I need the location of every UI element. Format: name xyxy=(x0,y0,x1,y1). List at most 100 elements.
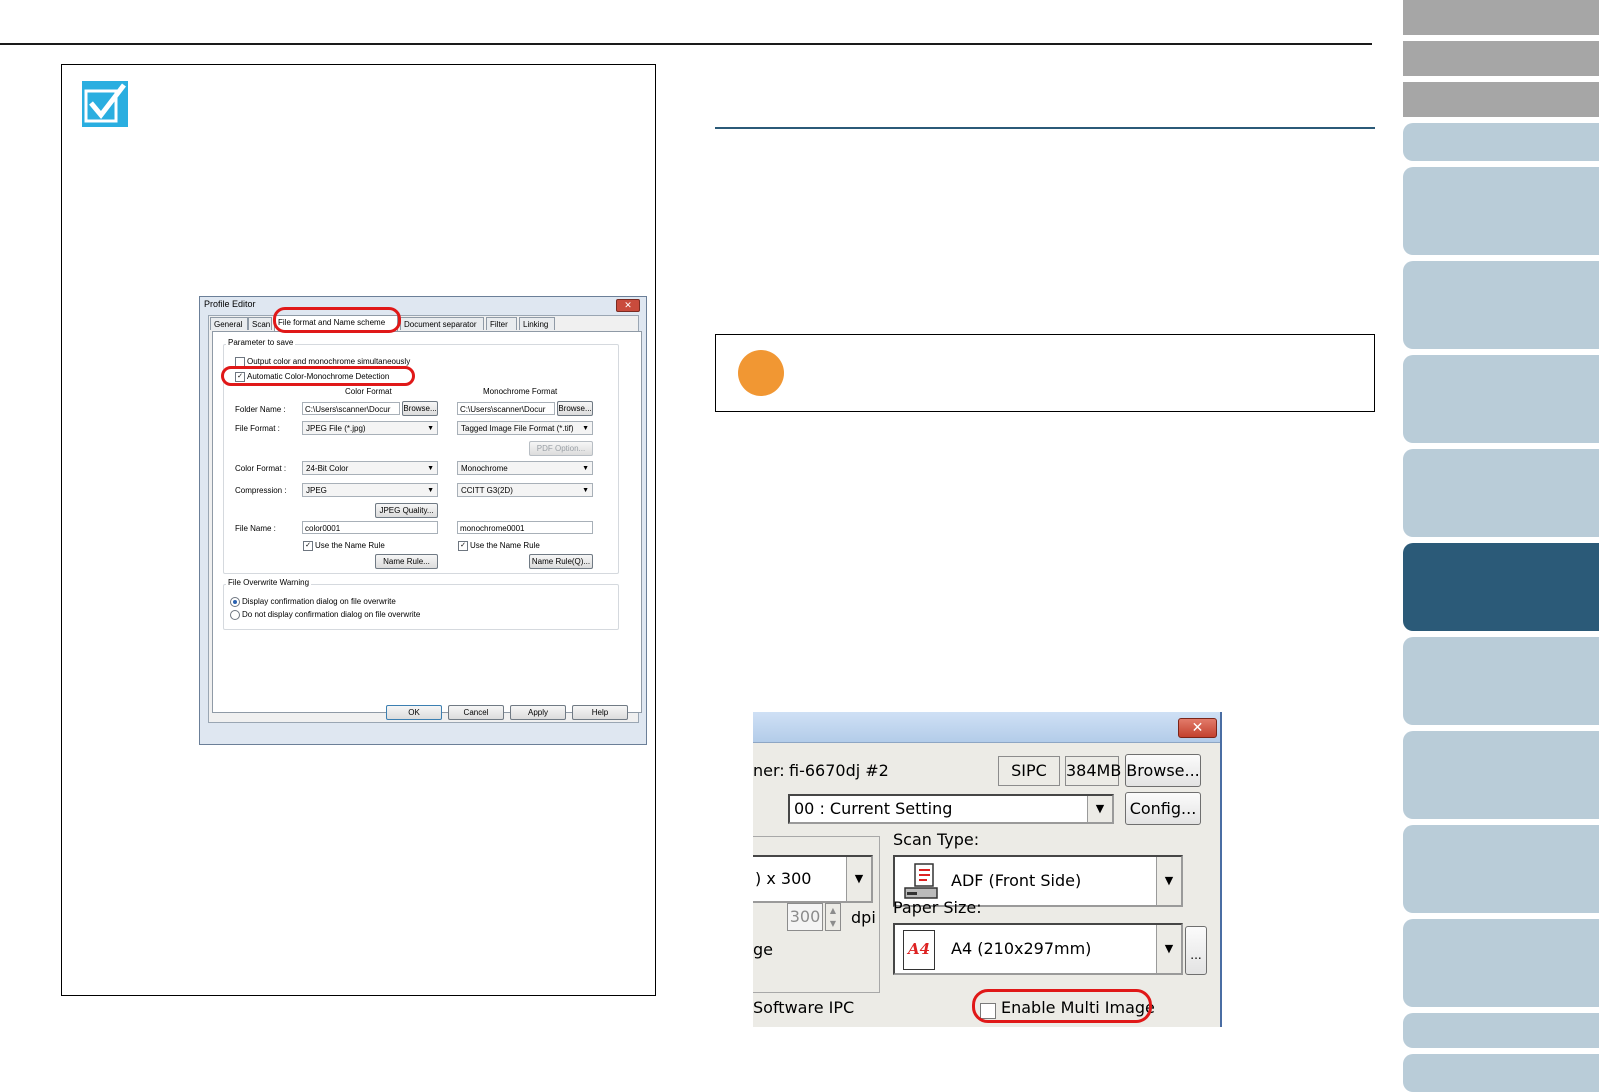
paper-icon: A4 xyxy=(903,930,935,970)
folder-color-field[interactable]: C:\Users\scanner\Docur xyxy=(302,402,400,415)
nav-tab-4[interactable] xyxy=(1403,123,1599,161)
file-format-color-select[interactable]: JPEG File (*.jpg) ▼ xyxy=(302,421,438,435)
highlight-multi-image-ring xyxy=(972,989,1152,1023)
chevron-down-icon: ▼ xyxy=(582,487,589,494)
paper-size-select[interactable]: A4 (210x297mm) ▼ xyxy=(893,923,1183,975)
scan-type-value: ADF (Front Side) xyxy=(951,871,1082,890)
nav-tab-13[interactable] xyxy=(1403,919,1599,1007)
scanner-label: ner: xyxy=(753,761,785,780)
folder-mono-field[interactable]: C:\Users\scanner\Docur xyxy=(457,402,555,415)
color-format-mono-value: Monochrome xyxy=(461,464,508,473)
help-button[interactable]: Help xyxy=(572,705,628,720)
nav-tab-2[interactable] xyxy=(1403,41,1599,76)
no-confirmation-radio[interactable] xyxy=(230,610,240,620)
color-format-mono-select[interactable]: Monochrome ▼ xyxy=(457,461,593,475)
adf-scanner-icon xyxy=(903,862,941,902)
config-button[interactable]: Config... xyxy=(1125,792,1201,825)
tab-linking[interactable]: Linking xyxy=(519,317,555,330)
nav-tab-11[interactable] xyxy=(1403,731,1599,819)
apply-button[interactable]: Apply xyxy=(510,705,566,720)
nav-tab-1[interactable] xyxy=(1403,0,1599,35)
use-name-rule-mono-checkbox[interactable]: ✓ xyxy=(458,541,468,551)
file-name-mono-field[interactable]: monochrome0001 xyxy=(457,521,593,534)
paper-size-more-button[interactable]: ... xyxy=(1185,926,1207,975)
file-format-color-value: JPEG File (*.jpg) xyxy=(306,424,366,433)
close-icon[interactable]: ✕ xyxy=(1178,718,1217,738)
parameter-group-title: Parameter to save xyxy=(226,338,296,347)
nav-tab-15[interactable] xyxy=(1403,1054,1599,1092)
compression-color-value: JPEG xyxy=(306,486,327,495)
tab-general[interactable]: General xyxy=(210,317,248,330)
scan-type-label: Scan Type: xyxy=(893,830,980,849)
profile-editor-dialog: Profile Editor ✕ General Scan File forma… xyxy=(199,296,647,745)
custom-dpi-field[interactable]: 300 xyxy=(787,903,823,931)
highlight-detection-ring xyxy=(221,366,415,386)
name-rule-color-button[interactable]: Name Rule... xyxy=(375,554,438,569)
profile-value: 00 : Current Setting xyxy=(794,799,953,818)
file-format-mono-select[interactable]: Tagged Image File Format (*.tif) ▼ xyxy=(457,421,593,435)
folder-name-label: Folder Name : xyxy=(235,405,286,414)
nav-tab-6[interactable] xyxy=(1403,261,1599,349)
browse-button[interactable]: Browse... xyxy=(1125,754,1201,787)
color-format-label: Color Format : xyxy=(235,464,287,473)
chevron-down-icon: ▼ xyxy=(582,465,589,472)
mono-format-column: Monochrome Format xyxy=(483,387,558,396)
profile-select[interactable]: 00 : Current Setting ▼ xyxy=(788,794,1114,824)
name-rule-mono-button[interactable]: Name Rule(Q)... xyxy=(529,554,593,569)
chevron-down-icon: ▼ xyxy=(1156,857,1181,905)
tab-filter[interactable]: Filter xyxy=(486,317,517,330)
compression-mono-select[interactable]: CCITT G3(2D) ▼ xyxy=(457,483,593,497)
dialog-title: Profile Editor xyxy=(204,299,256,309)
display-confirmation-label: Display confirmation dialog on file over… xyxy=(242,597,396,606)
chevron-down-icon: ▼ xyxy=(427,465,434,472)
nav-tab-8[interactable] xyxy=(1403,449,1599,537)
chevron-down-icon: ▼ xyxy=(427,425,434,432)
scanner-titlebar xyxy=(753,712,1220,743)
file-name-label: File Name : xyxy=(235,524,276,533)
attention-icon xyxy=(738,350,784,396)
output-simultaneous-label: Output color and monochrome simultaneous… xyxy=(247,357,411,366)
scanner-dialog: ✕ ner: fi-6670dj #2 SIPC 384MB Browse...… xyxy=(753,712,1222,1027)
resolution-value: ) x 300 xyxy=(755,869,812,888)
tab-document-separator[interactable]: Document separator xyxy=(400,317,484,330)
paper-size-label: Paper Size: xyxy=(893,898,982,917)
close-icon[interactable]: ✕ xyxy=(616,299,640,312)
browse-color-button[interactable]: Browse... xyxy=(402,401,438,416)
software-ipc-label: Software IPC xyxy=(753,998,855,1017)
use-name-rule-color-checkbox[interactable]: ✓ xyxy=(303,541,313,551)
display-confirmation-radio[interactable] xyxy=(230,597,240,607)
paper-size-value: A4 (210x297mm) xyxy=(951,939,1092,958)
color-format-color-select[interactable]: 24-Bit Color ▼ xyxy=(302,461,438,475)
jpeg-quality-button[interactable]: JPEG Quality... xyxy=(375,503,438,518)
scanner-name: fi-6670dj #2 xyxy=(789,761,889,780)
compression-color-select[interactable]: JPEG ▼ xyxy=(302,483,438,497)
chevron-down-icon: ▼ xyxy=(427,487,434,494)
chevron-down-icon: ▼ xyxy=(582,425,589,432)
file-name-color-field[interactable]: color0001 xyxy=(302,521,438,534)
nav-tab-7[interactable] xyxy=(1403,355,1599,443)
nav-tab-14[interactable] xyxy=(1403,1013,1599,1048)
use-name-rule-mono-label: Use the Name Rule xyxy=(470,541,540,550)
ok-button[interactable]: OK xyxy=(386,705,442,720)
memory-indicator: 384MB xyxy=(1065,756,1121,786)
chevron-down-icon: ▼ xyxy=(1087,796,1112,822)
browse-mono-button[interactable]: Browse... xyxy=(557,401,593,416)
color-format-column: Color Format xyxy=(345,387,392,396)
tab-scan[interactable]: Scan xyxy=(248,317,272,330)
file-format-mono-value: Tagged Image File Format (*.tif) xyxy=(461,424,574,433)
resolution-select[interactable]: ) x 300 ▼ xyxy=(753,855,873,903)
nav-tab-5[interactable] xyxy=(1403,167,1599,255)
file-format-label: File Format : xyxy=(235,424,280,433)
section-divider xyxy=(715,127,1375,129)
attention-box xyxy=(715,334,1375,412)
checkmark-icon xyxy=(82,81,128,127)
nav-tab-10[interactable] xyxy=(1403,637,1599,725)
nav-tab-3[interactable] xyxy=(1403,82,1599,117)
dpi-label: dpi xyxy=(851,908,876,927)
nav-tab-12[interactable] xyxy=(1403,825,1599,913)
pdf-option-button[interactable]: PDF Option... xyxy=(529,441,593,456)
nav-tab-active[interactable] xyxy=(1403,543,1599,631)
dpi-spinner[interactable]: ▲ ▼ xyxy=(825,903,841,931)
cancel-button[interactable]: Cancel xyxy=(448,705,504,720)
image-label-fragment: ge xyxy=(753,940,773,959)
